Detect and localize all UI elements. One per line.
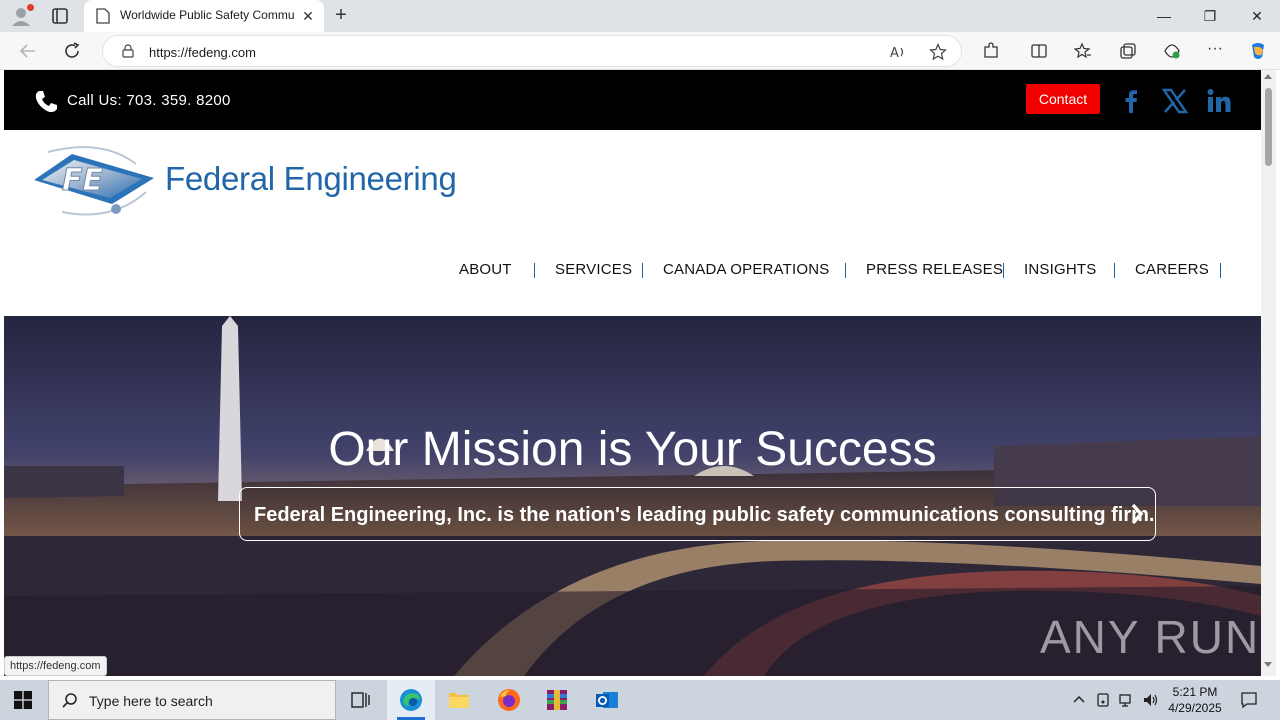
taskbar-edge[interactable]	[387, 680, 435, 720]
lock-icon[interactable]	[121, 44, 135, 58]
scroll-down-icon[interactable]	[1264, 662, 1272, 667]
svg-text:FE: FE	[62, 163, 103, 198]
call-us-text[interactable]: Call Us: 703. 359. 8200	[67, 92, 231, 109]
back-icon[interactable]	[18, 41, 38, 61]
scroll-up-icon[interactable]	[1264, 74, 1272, 79]
split-screen-icon[interactable]	[1030, 42, 1048, 60]
menu-separator	[1003, 263, 1004, 278]
taskbar-file-explorer[interactable]	[435, 680, 483, 720]
extensions-icon[interactable]	[982, 42, 1000, 60]
browser-tab-strip: Worldwide Public Safety Commu ✕ + — ❐ ✕	[0, 0, 1280, 32]
volume-icon[interactable]	[1143, 692, 1159, 708]
menu-item-canada-operations[interactable]: CANADA OPERATIONS	[663, 261, 830, 278]
linkedin-icon[interactable]	[1205, 87, 1233, 115]
browser-toolbar: https://fedeng.com A ···	[0, 32, 1280, 70]
menu-separator	[534, 263, 535, 278]
tab-close-icon[interactable]: ✕	[299, 7, 317, 25]
edge-icon	[400, 689, 422, 711]
watermark-logo: ANY RUN	[1040, 611, 1261, 663]
network-icon[interactable]	[1119, 692, 1135, 708]
copilot-icon[interactable]	[1248, 41, 1268, 61]
menu-separator	[642, 263, 643, 278]
chevron-right-icon[interactable]	[1130, 503, 1144, 525]
firefox-icon	[498, 689, 520, 711]
chevron-up-icon[interactable]	[1071, 692, 1087, 708]
outlook-icon	[596, 692, 618, 708]
read-aloud-icon[interactable]: A	[889, 43, 907, 61]
taskbar-search-box[interactable]: Type here to search	[48, 680, 336, 720]
hero-tagline-text[interactable]: Federal Engineering, Inc. is the nation'…	[254, 504, 1154, 527]
main-menu: ABOUT SERVICES CANADA OPERATIONS PRESS R…	[4, 261, 1261, 283]
taskbar-outlook[interactable]	[583, 680, 631, 720]
favorites-icon[interactable]	[1074, 42, 1092, 60]
menu-item-careers[interactable]: CAREERS	[1135, 261, 1209, 278]
windows-start-icon[interactable]	[14, 691, 32, 709]
x-icon[interactable]	[1161, 87, 1189, 115]
menu-separator	[1114, 263, 1115, 278]
top-contact-bar: Call Us: 703. 359. 8200 Contact	[4, 70, 1261, 130]
taskbar-firefox[interactable]	[485, 680, 533, 720]
tab-active[interactable]: Worldwide Public Safety Commu ✕	[84, 0, 324, 32]
favorite-star-icon[interactable]	[929, 43, 947, 61]
facebook-icon[interactable]	[1117, 87, 1145, 115]
hero-title: Our Mission is Your Success	[328, 423, 937, 476]
collections-icon[interactable]	[1119, 42, 1137, 60]
taskbar-search-placeholder[interactable]: Type here to search	[89, 693, 213, 709]
search-icon	[62, 693, 77, 708]
windows-taskbar: Type here to search 5:21 PM 4/29/2025	[0, 680, 1280, 720]
tab-title: Worldwide Public Safety Commu	[120, 8, 295, 22]
notification-dot	[27, 4, 34, 11]
scrollbar-thumb[interactable]	[1265, 88, 1272, 166]
hero-banner: Our Mission is Your Success Federal Engi…	[4, 316, 1261, 676]
page-scrollbar[interactable]	[1261, 70, 1276, 676]
logo-text[interactable]: Federal Engineering	[165, 160, 457, 198]
menu-separator	[845, 263, 846, 278]
status-bar-link: https://fedeng.com	[4, 656, 107, 676]
tab-actions-icon[interactable]	[50, 6, 70, 26]
clock-time: 5:21 PM	[1172, 685, 1218, 699]
winrar-icon	[547, 690, 567, 710]
clock-date: 4/29/2025	[1168, 701, 1222, 715]
page-viewport: Call Us: 703. 359. 8200 Contact FE Feder…	[4, 70, 1261, 676]
menu-item-press-releases[interactable]: PRESS RELEASES	[866, 261, 1003, 278]
task-view-button[interactable]	[337, 680, 385, 720]
page-icon	[96, 8, 110, 24]
contact-button[interactable]: Contact	[1026, 84, 1100, 114]
url-text[interactable]: https://fedeng.com	[149, 45, 256, 60]
restore-button[interactable]: ❐	[1187, 0, 1233, 32]
settings-more-icon[interactable]: ···	[1207, 41, 1225, 60]
phone-icon	[35, 91, 57, 113]
device-icon[interactable]	[1095, 692, 1111, 708]
refresh-icon[interactable]	[62, 41, 82, 61]
taskbar-winrar[interactable]	[533, 680, 581, 720]
menu-item-insights[interactable]: INSIGHTS	[1024, 261, 1096, 278]
minimize-button[interactable]: —	[1141, 0, 1187, 32]
menu-separator	[1220, 263, 1221, 278]
close-window-button[interactable]: ✕	[1234, 0, 1280, 32]
system-clock[interactable]: 5:21 PM 4/29/2025	[1164, 684, 1226, 716]
federal-engineering-logo-icon[interactable]: FE	[32, 142, 158, 222]
svg-text:A: A	[890, 46, 899, 61]
notifications-icon[interactable]	[1240, 691, 1258, 709]
browser-essentials-icon[interactable]	[1163, 42, 1181, 60]
address-bar[interactable]: https://fedeng.com A	[102, 35, 962, 67]
folder-icon	[449, 693, 469, 708]
site-header: FE Federal Engineering ABOUT SERVICES CA…	[4, 130, 1261, 316]
menu-item-about[interactable]: ABOUT	[459, 261, 512, 278]
menu-item-services[interactable]: SERVICES	[555, 261, 632, 278]
task-view-icon	[351, 692, 370, 708]
hero-tagline-link[interactable]: Federal Engineering, Inc. is the nation'…	[239, 487, 1156, 541]
new-tab-button[interactable]: +	[330, 5, 352, 27]
